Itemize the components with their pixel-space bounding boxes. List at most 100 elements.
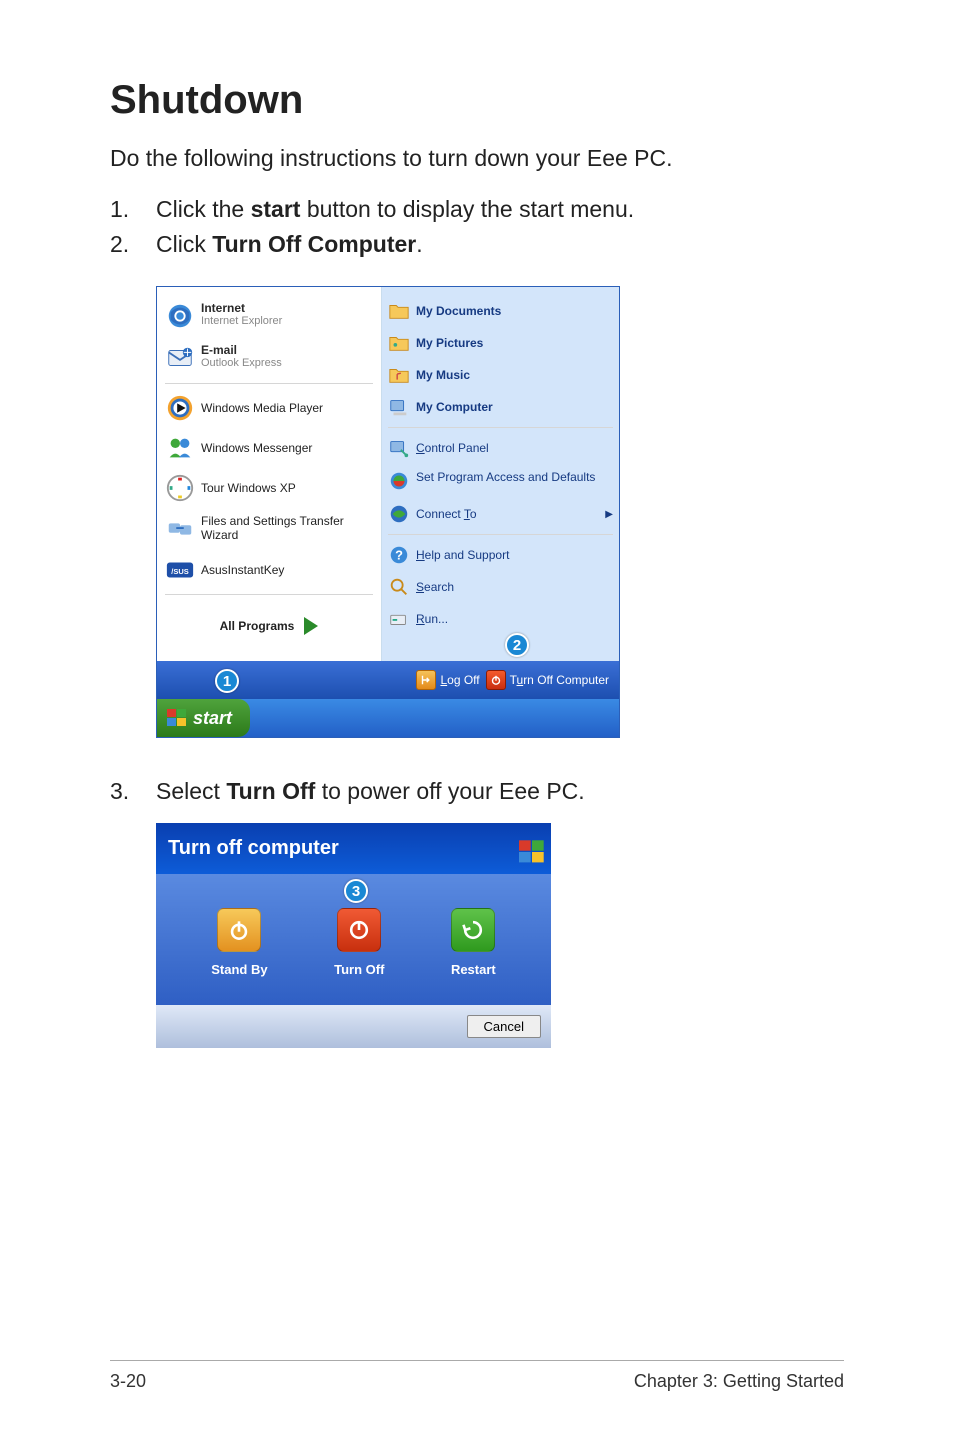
start-item-fst[interactable]: Files and Settings Transfer Wizard [163,508,375,550]
start-menu-right-pane: My Documents My Pictures My Music My Com… [382,287,619,661]
fst-icon [165,514,195,544]
wmp-label: Windows Media Player [201,401,323,415]
ie-icon [165,301,195,331]
spad-icon [388,470,410,492]
all-programs[interactable]: All Programs [163,599,375,647]
email-title: E-mail [201,343,282,357]
search-icon [388,576,410,598]
logoff-button[interactable]: Log Off [416,670,479,690]
turnoff-option[interactable]: Turn Off [334,908,384,977]
asus-icon: /SUS [165,555,195,585]
callout-3: 3 [344,879,368,903]
start-item-cpanel[interactable]: Control Panel [386,432,615,464]
mymusic-label: My Music [416,368,470,382]
separator [388,427,613,428]
step-1-pre: Click the [156,196,251,222]
start-item-internet[interactable]: InternetInternet Explorer [163,295,375,337]
folder-pictures-icon [388,332,410,354]
step-3: 3. Select Turn Off to power off your Eee… [110,778,844,805]
connect-label: Connect To [416,507,477,521]
start-item-email[interactable]: E-mailOutlook Express [163,337,375,379]
turnoff-button[interactable]: Turn Off Computer [486,670,609,690]
start-item-help[interactable]: ? Help and Support [386,539,615,571]
computer-icon [388,396,410,418]
fst-label: Files and Settings Transfer Wizard [201,514,373,542]
start-item-wmp[interactable]: Windows Media Player [163,388,375,428]
page-footer: 3-20 Chapter 3: Getting Started [110,1360,844,1392]
connect-icon [388,503,410,525]
turnoff-dialog-screenshot: Turn off computer Stand By Turn Off [156,823,551,1048]
standby-icon [217,908,261,952]
callout-2: 2 [505,633,529,657]
step-2-post: . [416,231,422,257]
restart-option[interactable]: Restart [451,908,496,977]
start-menu-screenshot: InternetInternet Explorer E-mailOutlook … [156,286,620,738]
start-item-mymusic[interactable]: My Music [386,359,615,391]
intro-text: Do the following instructions to turn do… [110,145,844,172]
start-item-mydocs[interactable]: My Documents [386,295,615,327]
messenger-label: Windows Messenger [201,441,312,455]
start-item-mypics[interactable]: My Pictures [386,327,615,359]
step-1-post: button to display the start menu. [300,196,634,222]
run-label: Run... [416,612,448,626]
start-item-connect[interactable]: Connect To ▶ [386,498,615,530]
start-item-messenger[interactable]: Windows Messenger [163,428,375,468]
step-2: 2. Click Turn Off Computer. [110,231,844,258]
dialog-title: Turn off computer [168,837,339,860]
separator [165,594,373,595]
logoff-label: Log Off [440,673,479,687]
arrow-right-icon: ▶ [605,509,613,520]
spad-label: Set Program Access and Defaults [416,470,595,484]
standby-label: Stand By [211,962,267,977]
search-label: Search [416,580,454,594]
separator [165,383,373,384]
tour-label: Tour Windows XP [201,481,296,495]
cancel-button[interactable]: Cancel [467,1015,541,1038]
turnoff-label: Turn Off Computer [510,673,609,687]
restart-icon [451,908,495,952]
step-3-post: to power off your Eee PC. [315,778,584,804]
power-icon [486,670,506,690]
start-item-search[interactable]: Search [386,571,615,603]
turnoff-icon [337,908,381,952]
email-sub: Outlook Express [201,357,282,369]
internet-sub: Internet Explorer [201,315,282,327]
folder-music-icon [388,364,410,386]
folder-icon [388,300,410,322]
start-label: start [193,708,232,729]
start-item-run[interactable]: Run... [386,603,615,635]
step-3-pre: Select [156,778,226,804]
asus-label: AsusInstantKey [201,563,284,577]
mypics-label: My Pictures [416,336,483,350]
mydocs-label: My Documents [416,304,501,318]
start-item-spad[interactable]: Set Program Access and Defaults [386,464,615,498]
footer-page-number: 3-20 [110,1371,146,1392]
start-item-asus[interactable]: /SUS AsusInstantKey [163,550,375,590]
start-item-mycomp[interactable]: My Computer [386,391,615,423]
windows-flag-icon [519,840,539,858]
step-3-bold: Turn Off [226,778,315,804]
control-panel-icon [388,437,410,459]
wmp-icon [165,393,195,423]
start-button[interactable]: start [157,699,250,737]
taskbar: start [157,699,619,737]
step-1: 1. Click the start button to display the… [110,196,844,223]
step-2-pre: Click [156,231,212,257]
help-icon: ? [388,544,410,566]
start-menu-left-pane: InternetInternet Explorer E-mailOutlook … [157,287,382,661]
page-heading: Shutdown [110,78,844,123]
step-1-bold: start [251,196,301,222]
mycomp-label: My Computer [416,400,493,414]
step-3-num: 3. [110,778,156,805]
step-2-bold: Turn Off Computer [212,231,416,257]
svg-text:/SUS: /SUS [171,567,189,576]
standby-option[interactable]: Stand By [211,908,267,977]
help-label: Help and Support [416,548,509,562]
separator [388,534,613,535]
svg-text:?: ? [395,548,403,563]
dialog-footer: Cancel [156,1005,551,1048]
all-programs-label: All Programs [220,619,295,633]
step-1-num: 1. [110,196,156,223]
messenger-icon [165,433,195,463]
start-item-tour[interactable]: Tour Windows XP [163,468,375,508]
